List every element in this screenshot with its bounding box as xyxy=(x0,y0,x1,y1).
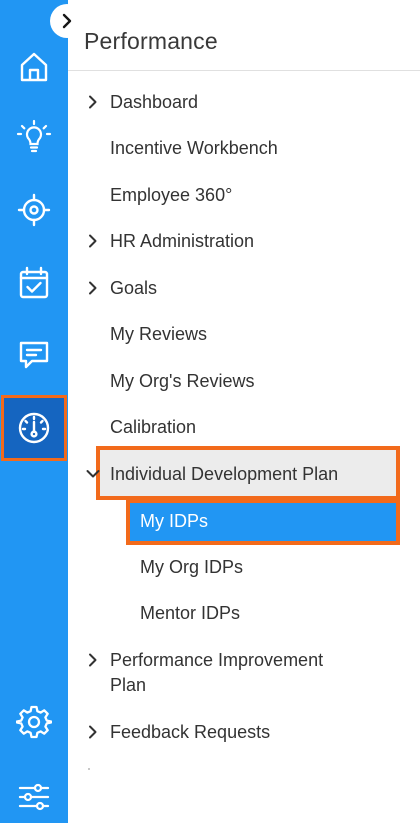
menu-item-label: Mentor IDPs xyxy=(140,603,241,623)
calendar-check-icon[interactable] xyxy=(0,258,68,308)
menu-item-label: Incentive Workbench xyxy=(110,138,278,158)
chat-icon[interactable] xyxy=(0,330,68,380)
menu-item-label: My IDPs xyxy=(140,511,209,531)
menu-item-label: HR Administration xyxy=(110,231,255,251)
chevron-right-icon xyxy=(89,281,97,295)
menu-item-label: Goals xyxy=(110,278,158,298)
header-divider xyxy=(68,70,420,71)
scroll-hint xyxy=(88,768,90,770)
lightbulb-icon[interactable] xyxy=(0,112,68,162)
menu-item-label: Employee 360° xyxy=(110,185,233,205)
menu-item-label: My Org's Reviews xyxy=(110,371,255,391)
menu-item-label-line-1: Performance Improvement xyxy=(110,650,324,670)
chevron-right-icon xyxy=(89,725,97,739)
gauge-icon[interactable] xyxy=(1,395,67,461)
icon-rail xyxy=(0,0,68,823)
app: Performance Dashboard Incentive Workbenc… xyxy=(0,0,420,823)
menu-item-label: Individual Development Plan xyxy=(110,464,339,484)
home-icon[interactable] xyxy=(0,42,68,92)
chevron-right-icon xyxy=(89,234,97,248)
panel-title: Performance xyxy=(84,28,218,54)
target-icon[interactable] xyxy=(0,185,68,235)
menu-item-label: My Reviews xyxy=(110,324,208,344)
gear-icon[interactable] xyxy=(0,697,68,747)
menu-item-label: Dashboard xyxy=(110,92,199,112)
chevron-down-icon xyxy=(86,470,100,478)
chevron-right-icon xyxy=(89,95,97,109)
collapse-toggle-button[interactable] xyxy=(50,4,84,38)
menu-item-label: My Org IDPs xyxy=(140,557,244,577)
sliders-icon[interactable] xyxy=(0,772,68,822)
chevron-right-icon xyxy=(62,13,72,29)
chevron-right-icon xyxy=(89,653,97,667)
menu-item-performance-improvement-plan[interactable]: Performance Improvement Plan xyxy=(68,648,420,698)
menu-item-label: Calibration xyxy=(110,417,197,437)
menu-item-label: Feedback Requests xyxy=(110,722,271,742)
menu-item-label-line-2: Plan xyxy=(110,675,147,695)
